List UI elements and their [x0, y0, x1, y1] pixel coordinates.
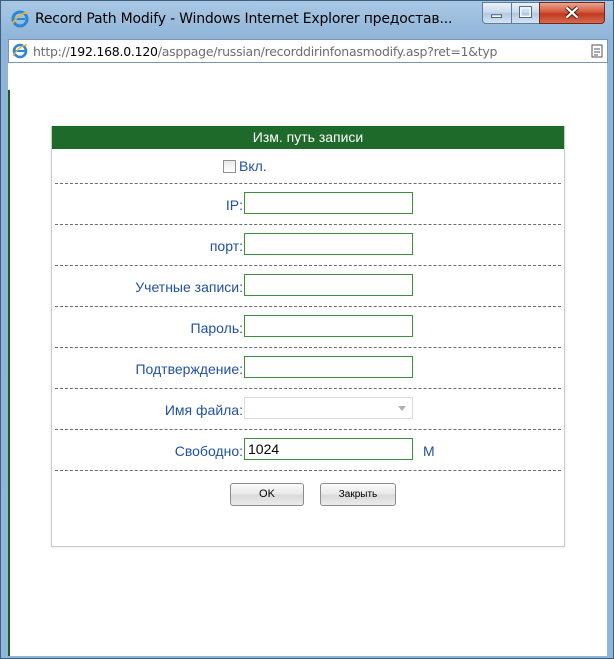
ie-window: Record Path Modify - Windows Internet Ex… — [0, 0, 614, 659]
enable-checkbox[interactable] — [223, 160, 236, 173]
ie-page-icon — [12, 43, 28, 59]
confirm-password-input[interactable] — [244, 356, 413, 378]
title-bar[interactable]: Record Path Modify - Windows Internet Ex… — [1, 1, 613, 37]
url-host: 192.168.0.120 — [69, 44, 158, 59]
button-row: OK Закрыть — [52, 471, 564, 513]
password-row: Пароль: — [55, 307, 561, 348]
enable-control[interactable]: Вкл. — [223, 158, 267, 176]
ok-button[interactable]: OK — [230, 483, 304, 506]
record-path-panel: Изм. путь записи Вкл. IP: порт: Учетные … — [51, 126, 565, 547]
confirm-label: Подтверждение: — [135, 361, 243, 377]
account-input[interactable] — [244, 274, 413, 296]
content-top — [8, 63, 607, 90]
page-content: Изм. путь записи Вкл. IP: порт: Учетные … — [8, 90, 607, 656]
confirm-row: Подтверждение: — [55, 348, 561, 389]
close-button[interactable]: Закрыть — [320, 483, 396, 506]
password-label: Пароль: — [190, 320, 243, 336]
account-row: Учетные записи: — [55, 266, 561, 307]
filename-select[interactable] — [244, 397, 413, 419]
ip-input[interactable] — [244, 192, 413, 214]
free-space-unit: M — [423, 443, 435, 459]
document-icon[interactable] — [591, 44, 603, 58]
port-label: порт: — [209, 238, 243, 254]
port-row: порт: — [55, 225, 561, 266]
maximize-button[interactable] — [511, 2, 540, 24]
url-path: /asppage/russian/recorddirinfonasmodify.… — [157, 44, 498, 59]
minimize-button[interactable] — [482, 2, 512, 24]
filename-row: Имя файла: — [55, 389, 561, 430]
minimize-icon — [491, 14, 502, 18]
window-title: Record Path Modify - Windows Internet Ex… — [35, 11, 453, 27]
free-space-row: Свободно: M — [55, 430, 561, 471]
address-bar[interactable]: http://192.168.0.120/asppage/russian/rec… — [8, 39, 608, 63]
ip-label: IP: — [225, 197, 243, 213]
password-input[interactable] — [244, 315, 413, 337]
chevron-down-icon — [398, 406, 406, 411]
maximize-icon — [519, 6, 532, 18]
enable-label: Вкл. — [239, 158, 267, 174]
free-space-input[interactable] — [244, 438, 413, 460]
filename-label: Имя файла: — [164, 402, 243, 418]
ie-logo-icon — [11, 10, 29, 28]
free-space-label: Свободно: — [174, 443, 243, 459]
url-text: http://192.168.0.120/asppage/russian/rec… — [33, 44, 585, 59]
account-label: Учетные записи: — [135, 279, 243, 295]
close-window-button[interactable] — [539, 2, 605, 24]
url-prefix: http:// — [33, 44, 70, 59]
ip-row: IP: — [55, 184, 561, 225]
port-input[interactable] — [244, 233, 413, 255]
enable-row: Вкл. — [55, 149, 561, 184]
panel-title: Изм. путь записи — [52, 126, 564, 149]
close-icon — [565, 6, 579, 20]
